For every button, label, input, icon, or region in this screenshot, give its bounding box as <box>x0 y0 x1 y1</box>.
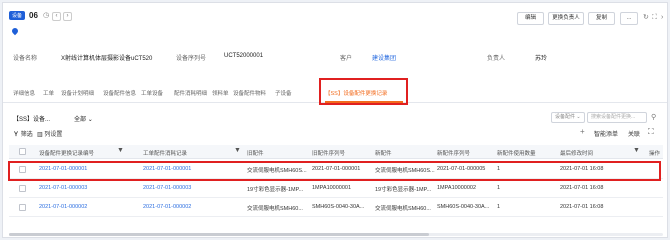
columns-icon: ▥ <box>37 132 43 138</box>
record-number-link[interactable]: 2021-07-01-000002 <box>39 204 87 210</box>
clock-icon[interactable]: ◷ <box>42 12 50 20</box>
table-header-row: 设备配件更换记录编号 ▼ 工单配件消耗记录 ▼ 旧配件 旧配件序列号 新配件 新… <box>9 145 663 159</box>
tab-work-order-device[interactable]: 工单设备 <box>141 89 163 97</box>
tab-device-parts-material[interactable]: 设备配件物料 <box>233 89 266 97</box>
object-type-badge: 设备 <box>9 11 26 20</box>
tab-work-orders[interactable]: 工单 <box>43 89 54 97</box>
column-filter-icon[interactable]: ▼ <box>633 147 640 154</box>
consumption-record-link[interactable]: 2021-07-01-000002 <box>143 204 191 210</box>
copy-button[interactable]: 复制 <box>588 12 615 25</box>
column-header[interactable]: 最后修改时间 <box>560 149 593 157</box>
location-pin-icon <box>10 26 20 36</box>
filter-label: 筛选 <box>20 132 33 138</box>
column-header[interactable]: 新配件使用数量 <box>497 149 536 157</box>
more-button[interactable]: ... <box>620 12 638 25</box>
new-part-qty-cell: 1 <box>497 204 501 210</box>
columns-label: 列设置 <box>44 132 63 138</box>
chevron-down-icon: ⌄ <box>87 117 93 123</box>
close-icon[interactable]: › <box>661 14 663 22</box>
new-part-qty-cell: 1 <box>497 185 501 191</box>
old-part-serial-cell: 1MPA10000001 <box>312 185 352 191</box>
tab-device-parts[interactable]: 设备配件信息 <box>103 89 136 97</box>
column-filter-icon[interactable]: ▼ <box>234 147 241 154</box>
serial-label: 设备序列号 <box>176 56 207 62</box>
customer-link[interactable]: 建设集团 <box>372 53 396 62</box>
row-checkbox[interactable] <box>19 185 26 192</box>
list-object-title: 【SS】设备... <box>13 117 51 123</box>
tab-parts-consumption[interactable]: 配件消耗明细 <box>174 89 207 97</box>
select-all-checkbox[interactable] <box>19 148 26 155</box>
record-number-link[interactable]: 2021-07-01-000003 <box>39 185 87 191</box>
horizontal-scrollbar[interactable] <box>9 233 663 236</box>
customer-label: 客户 <box>340 56 353 62</box>
tab-highlight-box <box>319 78 408 105</box>
view-select[interactable]: 全部 ⌄ <box>74 114 93 123</box>
column-header[interactable]: 旧配件序列号 <box>312 149 345 157</box>
last-modified-cell: 2021-07-01 16:08 <box>560 185 604 191</box>
next-record-button[interactable]: › <box>63 12 72 21</box>
new-part-cell: 交流伺服电机SMH60... <box>375 206 431 212</box>
new-part-serial-cell: 1MPA10000002 <box>437 185 477 191</box>
last-modified-cell: 2021-07-01 16:08 <box>560 204 604 210</box>
column-header[interactable]: 设备配件更换记录编号 <box>39 149 94 157</box>
search-icon[interactable]: ⚲ <box>651 113 656 121</box>
add-button[interactable]: + <box>580 127 585 136</box>
columns-button[interactable]: ▥ 列设置 <box>37 129 62 138</box>
owner-value: 苏玲 <box>535 56 548 62</box>
tab-device-plan[interactable]: 设备计划明细 <box>61 89 94 97</box>
search-field-value: 设备配件 <box>555 114 576 120</box>
old-part-cell: 19寸彩色显示器-1MP... <box>247 187 304 193</box>
new-part-cell: 19寸彩色显示器-1MP... <box>375 187 432 193</box>
table-row[interactable]: 2021-07-01-000002 2021-07-01-000002 交流伺服… <box>9 198 663 217</box>
prev-record-button[interactable]: ‹ <box>52 12 61 21</box>
change-owner-button[interactable]: 更换负责人 <box>548 12 584 25</box>
relate-button[interactable]: 关联 <box>628 129 640 138</box>
view-select-value: 全部 <box>74 117 87 123</box>
record-detail-window: 设备 06 ◷ ‹ › 编辑 更换负责人 复制 ... ↻ ⛶ › 设备名称 X… <box>2 2 668 238</box>
device-name-value: X射线计算机体层摄影设备uCT520 <box>61 56 153 62</box>
column-header[interactable]: 新配件序列号 <box>437 149 470 157</box>
old-part-serial-cell: SMH60S-0040-30A... <box>312 204 365 210</box>
chevron-down-icon: ⌄ <box>576 114 581 120</box>
new-part-serial-cell: SMH60S-0040-30A... <box>437 204 490 210</box>
filter-icon: Ｙ <box>13 132 20 138</box>
filter-button[interactable]: Ｙ 筛选 <box>13 129 33 138</box>
column-header[interactable]: 工单配件消耗记录 <box>143 149 187 157</box>
search-input[interactable]: 搜索设备配件更换... <box>587 112 647 123</box>
column-header[interactable]: 旧配件 <box>247 149 264 157</box>
record-header: 设备 06 ◷ ‹ › 编辑 更换负责人 复制 ... ↻ ⛶ › <box>3 3 667 39</box>
device-name-label: 设备名称 <box>13 56 38 62</box>
list-toolbar: Ｙ 筛选 ▥ 列设置 + 智能添单 关联 ⛶ <box>3 127 667 141</box>
refresh-icon[interactable]: ↻ <box>643 14 649 22</box>
expand-icon[interactable]: ⛶ <box>652 14 657 22</box>
tab-details[interactable]: 详细信息 <box>13 89 35 97</box>
smart-add-button[interactable]: 智能添单 <box>594 129 618 138</box>
old-part-cell: 交流伺服电机SMH60... <box>247 206 303 212</box>
fullscreen-icon[interactable]: ⛶ <box>648 127 654 137</box>
serial-value: UCT52000001 <box>224 53 264 59</box>
search-field-select[interactable]: 设备配件 ⌄ <box>551 112 585 123</box>
row-checkbox[interactable] <box>19 204 26 211</box>
edit-button[interactable]: 编辑 <box>517 12 544 25</box>
tab-sub-devices[interactable]: 子设备 <box>275 89 292 97</box>
column-header[interactable]: 操作 <box>649 149 660 157</box>
summary-info-row: 设备名称 X射线计算机体层摄影设备uCT520 设备序列号 UCT5200000… <box>3 53 667 65</box>
consumption-record-link[interactable]: 2021-07-01-000003 <box>143 185 191 191</box>
record-number: 06 <box>29 11 38 20</box>
table-row[interactable]: 2021-07-01-000003 2021-07-01-000003 19寸彩… <box>9 179 663 198</box>
column-header[interactable]: 新配件 <box>375 149 392 157</box>
tab-material-requisition[interactable]: 领料单 <box>212 89 229 97</box>
column-filter-icon[interactable]: ▼ <box>117 147 124 154</box>
scrollbar-thumb[interactable] <box>9 233 429 236</box>
list-header: 【SS】设备... 全部 ⌄ 设备配件 ⌄ 搜索设备配件更换... ⚲ <box>3 111 667 125</box>
row-highlight-box <box>8 161 661 181</box>
owner-label: 负责人 <box>487 56 506 62</box>
